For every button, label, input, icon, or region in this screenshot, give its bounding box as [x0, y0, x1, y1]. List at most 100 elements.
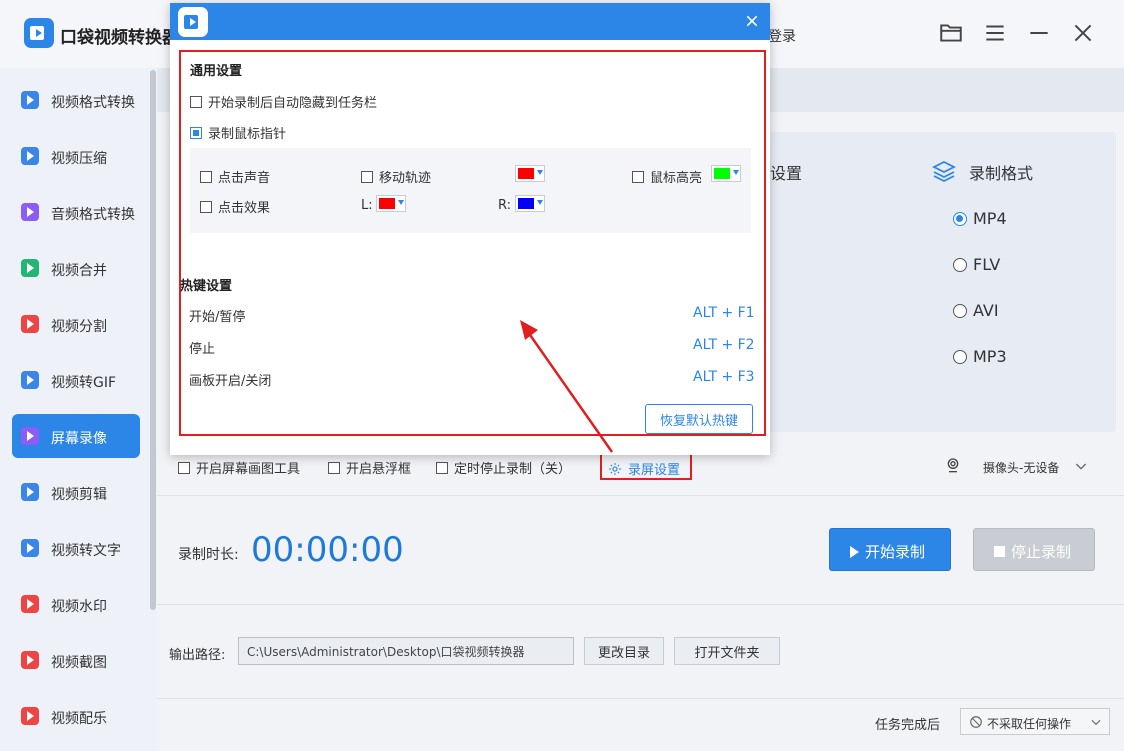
- sidebar-item-label: 视频转GIF: [51, 375, 117, 391]
- sidebar-item[interactable]: 视频转文字: [12, 526, 140, 570]
- sidebar-item[interactable]: 视频分割: [12, 302, 140, 346]
- video-icon: [21, 315, 39, 333]
- video-icon: [21, 651, 39, 669]
- sidebar-item[interactable]: 音频格式转换: [12, 190, 140, 234]
- sidebar-item[interactable]: 视频格式转换: [12, 78, 140, 122]
- video-icon: [21, 91, 39, 109]
- general-settings-title: 通用设置: [190, 64, 243, 79]
- click-sound-checkbox[interactable]: [200, 171, 212, 183]
- record-settings-button[interactable]: 录屏设置: [600, 452, 692, 480]
- after-task-label: 任务完成后: [875, 718, 941, 733]
- chevron-down-icon[interactable]: [1073, 458, 1089, 474]
- sidebar-item-label: 视频配乐: [51, 711, 107, 727]
- dialog-logo-icon: [178, 7, 208, 37]
- hotkey-name: 画板开启/关闭: [189, 374, 272, 389]
- app-logo-icon: [24, 18, 54, 48]
- video-icon: [21, 707, 39, 725]
- click-effect-option[interactable]: 点击效果: [200, 197, 270, 216]
- restore-default-hotkeys-button[interactable]: 恢复默认热键: [645, 404, 753, 434]
- sidebar-item[interactable]: 屏幕录像: [12, 414, 140, 458]
- format-title: 录制格式: [969, 164, 1034, 183]
- sidebar-item[interactable]: 视频水印: [12, 582, 140, 626]
- sidebar-item-label: 视频水印: [51, 599, 107, 615]
- right-click-color-picker[interactable]: [515, 195, 545, 212]
- sidebar-item[interactable]: 视频配乐: [12, 694, 140, 738]
- sidebar-item[interactable]: 视频剪辑: [12, 470, 140, 514]
- hotkey-value[interactable]: ALT + F1: [693, 305, 755, 321]
- video-icon: [21, 483, 39, 501]
- format-radio-mp4[interactable]: [953, 212, 967, 226]
- format-radio-avi[interactable]: [953, 304, 967, 318]
- sidebar-item-label: 视频压缩: [51, 151, 107, 167]
- format-radio-flv[interactable]: [953, 258, 967, 272]
- video-icon: [21, 147, 39, 165]
- sidebar-item-label: 屏幕录像: [51, 431, 107, 447]
- draw-tool-option[interactable]: 开启屏幕画图工具: [178, 458, 300, 478]
- sidebar-item-label: 视频格式转换: [51, 95, 135, 111]
- move-track-checkbox[interactable]: [361, 171, 373, 183]
- auto-hide-checkbox[interactable]: [190, 96, 202, 108]
- right-click-label: R:: [498, 198, 512, 213]
- sidebar-item[interactable]: 视频转GIF: [12, 358, 140, 402]
- camera-select[interactable]: 摄像头-无设备: [983, 459, 1059, 476]
- video-icon: [21, 595, 39, 613]
- float-window-option[interactable]: 开启悬浮框: [328, 458, 411, 478]
- left-click-label: L:: [361, 198, 373, 213]
- minimize-icon[interactable]: [1026, 20, 1052, 46]
- draw-tool-checkbox[interactable]: [178, 462, 190, 474]
- record-settings-dialog: 通用设置 开始录制后自动隐藏到任务栏 录制鼠标指针 点击声音 移动轨迹 鼠标高亮…: [170, 3, 770, 455]
- start-record-button[interactable]: 开始录制: [829, 528, 951, 571]
- change-dir-button[interactable]: 更改目录: [584, 637, 664, 665]
- float-window-checkbox[interactable]: [328, 462, 340, 474]
- divider: [157, 698, 1124, 699]
- login-link[interactable]: 登录: [768, 26, 796, 46]
- settings-panel-title: 设置: [770, 164, 803, 183]
- video-icon: [21, 427, 39, 445]
- webcam-icon: [947, 458, 959, 473]
- video-icon: [21, 259, 39, 277]
- click-effect-checkbox[interactable]: [200, 201, 212, 213]
- highlight-color-picker[interactable]: [711, 165, 741, 182]
- output-path-input[interactable]: [238, 637, 574, 665]
- close-icon[interactable]: [1070, 20, 1096, 46]
- timer-stop-checkbox[interactable]: [436, 462, 448, 474]
- layers-icon: [932, 160, 956, 182]
- cursor-highlight-checkbox[interactable]: [632, 171, 644, 183]
- divider: [157, 495, 1124, 496]
- cursor-highlight-option[interactable]: 鼠标高亮: [632, 167, 702, 186]
- auto-hide-option[interactable]: 开始录制后自动隐藏到任务栏: [190, 92, 377, 111]
- close-icon[interactable]: [744, 13, 760, 29]
- format-label-mp4: MP4: [973, 209, 1007, 228]
- format-label-avi: AVI: [973, 301, 999, 320]
- video-icon: [21, 371, 39, 389]
- sidebar-scrollbar[interactable]: [150, 70, 156, 610]
- video-icon: [21, 203, 39, 221]
- folder-icon[interactable]: [938, 20, 964, 46]
- sidebar: 视频格式转换 视频压缩音频格式转换 视频合并视频分割视频转GIF 屏幕录像视频剪辑视频…: [0, 68, 157, 751]
- app-title: 口袋视频转换器: [60, 28, 179, 48]
- open-folder-button[interactable]: 打开文件夹: [674, 637, 780, 665]
- timer-stop-option[interactable]: 定时停止录制（关）: [436, 458, 571, 478]
- ban-icon: [970, 716, 982, 728]
- stop-record-button[interactable]: 停止录制: [973, 528, 1095, 571]
- record-cursor-option[interactable]: 录制鼠标指针: [190, 123, 286, 142]
- after-task-select[interactable]: 不采取任何操作: [960, 708, 1110, 735]
- hotkey-name: 开始/暂停: [189, 310, 246, 325]
- format-radio-mp3[interactable]: [953, 350, 967, 364]
- click-sound-option[interactable]: 点击声音: [200, 167, 270, 186]
- sidebar-item[interactable]: 视频合并: [12, 246, 140, 290]
- sidebar-item[interactable]: 视频截图: [12, 638, 140, 682]
- track-color-picker[interactable]: [515, 165, 545, 182]
- stop-icon: [994, 546, 1005, 557]
- duration-label: 录制时长:: [178, 547, 239, 563]
- hotkey-value[interactable]: ALT + F3: [693, 369, 755, 385]
- sidebar-item[interactable]: 视频压缩: [12, 134, 140, 178]
- left-click-color-picker[interactable]: [376, 195, 406, 212]
- move-track-option[interactable]: 移动轨迹: [361, 167, 431, 186]
- output-path-label: 输出路径:: [169, 648, 226, 663]
- record-cursor-checkbox[interactable]: [190, 127, 202, 139]
- chevron-down-icon: [1091, 719, 1101, 726]
- hotkey-value[interactable]: ALT + F2: [693, 337, 755, 353]
- duration-value: 00:00:00: [251, 530, 404, 570]
- menu-icon[interactable]: [982, 20, 1008, 46]
